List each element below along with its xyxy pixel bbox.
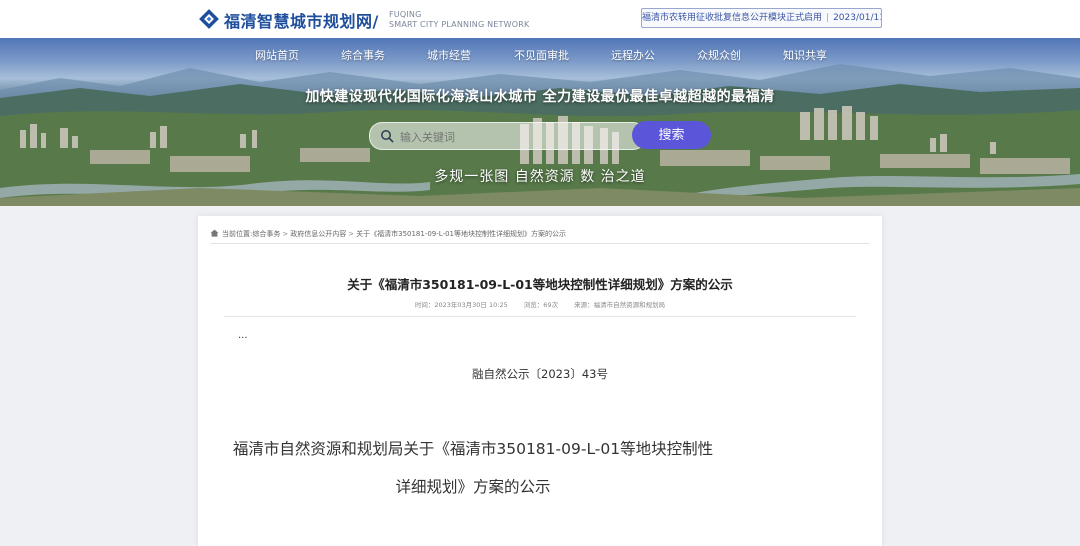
notice-separator: | [826,13,830,23]
breadcrumb-item-affairs[interactable]: 综合事务 [252,230,280,238]
breadcrumb-item-gov-info[interactable]: 政府信息公开内容 [290,230,346,238]
nav-item-city-operation[interactable]: 城市经营 [427,47,471,63]
nav-item-online-approval[interactable]: 不见面审批 [514,47,569,63]
search-icon [381,130,394,143]
article-card: 当前位置:综合事务 > 政府信息公开内容 > 关于《福清市350181-09-L-01等… [198,216,882,546]
article-views: 浏览：69次 [523,301,559,309]
search-input[interactable] [398,126,632,148]
site-name-en-line1: FUQING [389,10,422,19]
notice-text: 福清市农转用征收批复信息公开模块正式启用 [642,13,823,23]
document-heading-line1: 福清市自然资源和规划局关于《福清市350181-09-L-01等地块控制性 [232,440,714,458]
logo-icon [199,9,219,29]
nav-item-affairs[interactable]: 综合事务 [341,47,385,63]
breadcrumb-arrow-icon: > [282,230,289,238]
nav-item-crowd-planning[interactable]: 众规众创 [697,47,741,63]
banner-tagline: 多规一张图 自然资源 数 治之道 [434,169,646,185]
breadcrumb-divider [210,243,870,244]
breadcrumb: 当前位置:综合事务 > 政府信息公开内容 > 关于《福清市350181-09-L-01等… [210,227,870,241]
nav-item-remote-office[interactable]: 远程办公 [611,47,655,63]
banner-slogan: 加快建设现代化国际化海滨山水城市 全力建设最优最佳卓越超越的最福清 [305,89,775,105]
search-button[interactable]: 搜索 [632,121,711,149]
main-nav: 网站首页 综合事务 城市经营 不见面审批 远程办公 众规众创 知识共享 [0,38,1080,72]
breadcrumb-prefix: 当前位置: [222,230,253,238]
document-heading: 福清市自然资源和规划局关于《福清市350181-09-L-01等地块控制性 详细… [63,430,883,506]
article-source: 来源：福清市自然资源和规划局 [574,301,666,309]
breadcrumb-arrow-icon: > [348,230,355,238]
breadcrumb-item-current: 关于《福清市350181-09-L-01等地块控制性详细规划》方案的公示 [356,230,566,238]
home-icon [210,229,219,237]
nav-item-knowledge[interactable]: 知识共享 [783,47,827,63]
notice-date: 2023/01/11 [833,13,882,23]
title-divider [224,316,856,317]
search-box [369,122,646,150]
hero-banner: 网站首页 综合事务 城市经营 不见面审批 远程办公 众规众创 知识共享 加快建设… [0,38,1080,206]
site-name-en-line2: SMART CITY PLANNING NETWORK [389,20,530,29]
site-name-en: FUQING SMART CITY PLANNING NETWORK [389,10,529,30]
article-meta: 时间：2023年03月30日 10:25 浏览：69次 来源：福清市自然资源和规… [198,299,882,309]
document-number: 融自然公示〔2023〕43号 [472,367,608,381]
notice-banner[interactable]: 福清市农转用征收批复信息公开模块正式启用 | 2023/01/11 [641,8,882,28]
article-ellipsis: ... [238,330,248,341]
article-time: 时间：2023年03月30日 10:25 [414,301,508,309]
document-heading-line2: 详细规划》方案的公示 [395,478,551,496]
site-name[interactable]: 福清智慧城市规划网/ [224,8,379,32]
nav-item-home[interactable]: 网站首页 [255,47,299,63]
top-bar: 福清智慧城市规划网/ FUQING SMART CITY PLANNING NE… [0,0,1080,38]
article-title: 关于《福清市350181-09-L-01等地块控制性详细规划》方案的公示 [347,277,733,292]
